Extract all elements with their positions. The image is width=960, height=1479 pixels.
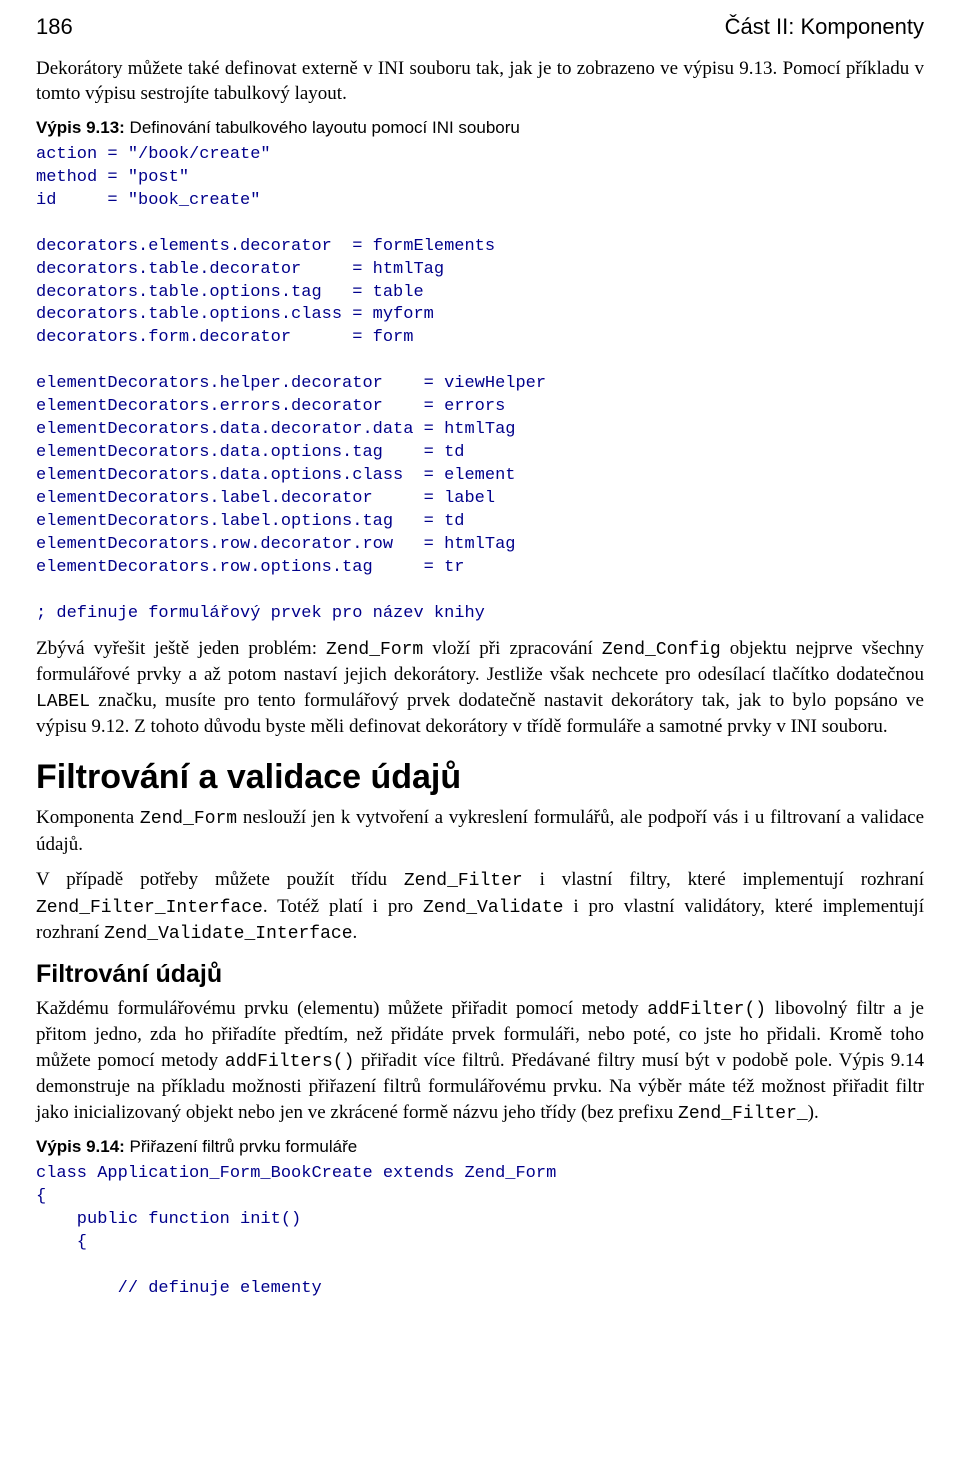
text: ). xyxy=(808,1102,819,1123)
inline-code: Zend_Form xyxy=(326,640,423,660)
page: 186 Část II: Komponenty Dekorátory můžet… xyxy=(0,0,960,1479)
inline-code: addFilter() xyxy=(647,1000,766,1020)
running-head: 186 Část II: Komponenty xyxy=(36,12,924,42)
text: i vlastní filtry, které implementují roz… xyxy=(523,869,924,890)
listing-label: Výpis 9.14: xyxy=(36,1137,125,1156)
inline-code: addFilters() xyxy=(225,1052,355,1072)
section-title: Část II: Komponenty xyxy=(725,12,924,42)
heading-filtering-validation: Filtrování a validace údajů xyxy=(36,755,924,801)
heading-filtering: Filtrování údajů xyxy=(36,958,924,992)
inline-code: Zend_Filter xyxy=(404,871,523,891)
inline-code: Zend_Filter_ xyxy=(678,1104,808,1124)
inline-code: Zend_Validate xyxy=(423,898,563,918)
page-number: 186 xyxy=(36,12,73,42)
text: Zbývá vyřešit ještě jeden problém: xyxy=(36,638,326,659)
code-listing-914: class Application_Form_BookCreate extend… xyxy=(36,1163,924,1301)
inline-code: Zend_Filter_Interface xyxy=(36,898,263,918)
text: značku, musíte pro tento formulářový prv… xyxy=(36,690,924,737)
paragraph-filter-validate: V případě potřeby můžete použít třídu Ze… xyxy=(36,867,924,946)
listing-caption-913: Výpis 9.13: Definování tabulkového layou… xyxy=(36,117,924,140)
paragraph-intro: Dekorátory můžete také definovat externě… xyxy=(36,56,924,107)
text: Komponenta xyxy=(36,807,140,828)
code-listing-913: action = "/book/create" method = "post" … xyxy=(36,144,924,626)
text: V případě potřeby můžete použít třídu xyxy=(36,869,404,890)
inline-code: Zend_Config xyxy=(602,640,721,660)
inline-code: Zend_Form xyxy=(140,809,237,829)
listing-caption-914: Výpis 9.14: Přiřazení filtrů prvku formu… xyxy=(36,1136,924,1159)
text: Každému formulářovému prvku (elementu) m… xyxy=(36,998,647,1019)
text: . Totéž platí i pro xyxy=(263,896,423,917)
paragraph-addfilter: Každému formulářovému prvku (elementu) m… xyxy=(36,996,924,1126)
text: . xyxy=(353,922,358,943)
listing-label: Výpis 9.13: xyxy=(36,118,125,137)
paragraph-after-913: Zbývá vyřešit ještě jeden problém: Zend_… xyxy=(36,636,924,740)
paragraph-component-form: Komponenta Zend_Form neslouží jen k vytv… xyxy=(36,805,924,857)
listing-text: Přiřazení filtrů prvku formuláře xyxy=(125,1137,357,1156)
inline-code: LABEL xyxy=(36,692,90,712)
text: vloží při zpracování xyxy=(423,638,602,659)
listing-text: Definování tabulkového layoutu pomocí IN… xyxy=(125,118,520,137)
inline-code: Zend_Validate_Interface xyxy=(104,924,352,944)
